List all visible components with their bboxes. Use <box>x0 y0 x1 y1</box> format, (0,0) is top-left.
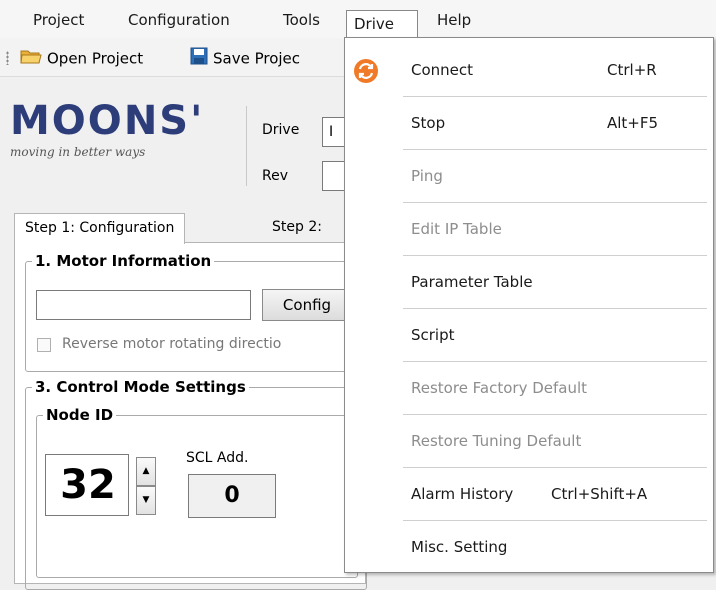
save-project-button[interactable]: Save Projec <box>190 47 300 69</box>
node-id-value: 32 <box>60 462 116 508</box>
alarm-history-label: Alarm History <box>411 485 514 503</box>
step-tabs: Step 1: Configuration Step 2: <box>14 213 354 244</box>
scl-address-value: 0 <box>188 474 276 518</box>
misc-setting-label: Misc. Setting <box>411 538 508 556</box>
node-id-field[interactable]: 32 <box>45 454 129 516</box>
node-id-title: Node ID <box>46 406 114 424</box>
drive-label: Drive <box>262 122 300 138</box>
refresh-icon <box>354 59 378 83</box>
rev-label: Rev <box>262 168 288 184</box>
menu-drive[interactable]: Drive <box>346 10 418 38</box>
toolbar-grip[interactable] <box>6 51 9 65</box>
alarm-history-shortcut: Ctrl+Shift+A <box>551 485 648 503</box>
parameter-table-label: Parameter Table <box>411 273 533 291</box>
menu-item-restore-factory-default[interactable]: Restore Factory Default <box>345 362 713 415</box>
node-id-down-button[interactable]: ▼ <box>136 486 156 515</box>
logo-word: MOONS' <box>10 98 205 144</box>
menu-project[interactable]: Project <box>26 8 91 32</box>
menu-item-script[interactable]: Script <box>345 309 713 362</box>
menu-item-parameter-table[interactable]: Parameter Table <box>345 256 713 309</box>
stop-shortcut: Alt+F5 <box>607 114 659 132</box>
open-project-label: Open Project <box>47 49 144 68</box>
toolbar: Open Project Save Projec <box>0 38 350 77</box>
tab-step-2[interactable]: Step 2: <box>262 213 332 243</box>
scl-address-label: SCL Add. <box>186 450 249 466</box>
script-label: Script <box>411 326 455 344</box>
save-icon <box>190 47 208 71</box>
open-project-button[interactable]: Open Project <box>20 47 143 69</box>
motor-information-title: 1. Motor Information <box>35 252 212 270</box>
menu-item-restore-tuning-default[interactable]: Restore Tuning Default <box>345 415 713 468</box>
restore-tuning-default-label: Restore Tuning Default <box>411 432 582 450</box>
arrow-down-icon: ▼ <box>142 495 150 505</box>
reverse-direction-label: Reverse motor rotating directio <box>62 336 282 352</box>
menu-item-misc-setting[interactable]: Misc. Setting <box>345 521 713 574</box>
logo-tagline: moving in better ways <box>10 145 146 159</box>
menu-item-alarm-history[interactable]: Alarm History Ctrl+Shift+A <box>345 468 713 521</box>
menu-tools[interactable]: Tools <box>276 8 327 32</box>
connect-shortcut: Ctrl+R <box>607 61 657 79</box>
tab-step-1[interactable]: Step 1: Configuration <box>14 213 186 244</box>
menu-bar: Project Configuration Tools Drive Help <box>0 0 716 38</box>
motor-input[interactable] <box>36 290 251 320</box>
reverse-direction-checkbox[interactable] <box>37 338 51 352</box>
save-project-label: Save Projec <box>213 49 301 68</box>
drive-menu: Connect Ctrl+R Stop Alt+F5 Ping Edit IP … <box>344 37 714 573</box>
edit-ip-table-label: Edit IP Table <box>411 220 502 238</box>
menu-item-ping[interactable]: Ping <box>345 150 713 203</box>
config-button[interactable]: Config <box>262 289 352 321</box>
arrow-up-icon: ▲ <box>142 466 150 476</box>
menu-help[interactable]: Help <box>430 8 478 32</box>
menu-configuration[interactable]: Configuration <box>121 8 237 32</box>
menu-item-stop[interactable]: Stop Alt+F5 <box>345 97 713 150</box>
restore-factory-default-label: Restore Factory Default <box>411 379 588 397</box>
control-mode-title: 3. Control Mode Settings <box>35 378 246 396</box>
brand-divider <box>246 106 247 186</box>
node-id-up-button[interactable]: ▲ <box>136 457 156 486</box>
ping-label: Ping <box>411 167 443 185</box>
menu-item-edit-ip-table[interactable]: Edit IP Table <box>345 203 713 256</box>
folder-icon <box>20 47 42 71</box>
stop-label: Stop <box>411 114 446 132</box>
connect-label: Connect <box>411 61 474 79</box>
moons-logo: MOONS' moving in better ways <box>10 101 240 171</box>
menu-item-connect[interactable]: Connect Ctrl+R <box>345 44 713 97</box>
